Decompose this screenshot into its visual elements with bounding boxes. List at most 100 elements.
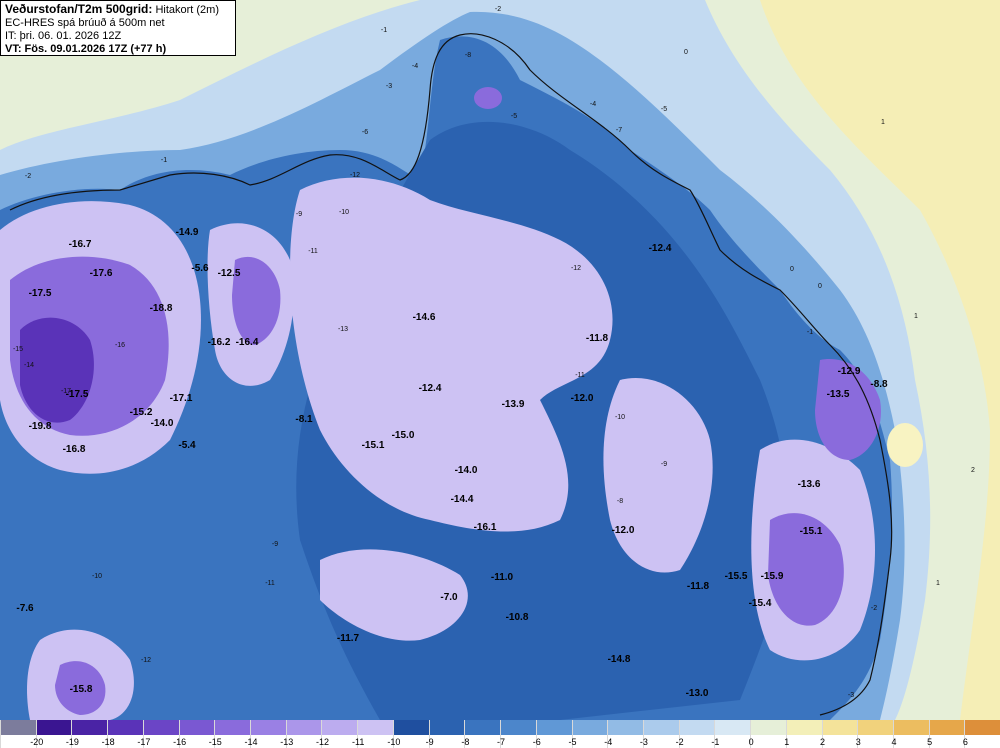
contour-label: -2 <box>495 6 501 13</box>
temperature-label: -12.9 <box>838 366 861 377</box>
contour-label: -10 <box>339 209 349 216</box>
contour-label: -17 <box>61 388 71 395</box>
temperature-label: -14.0 <box>151 418 174 429</box>
map-subtitle: Hitakort (2m) <box>155 4 219 16</box>
contour-label: -10 <box>615 414 625 421</box>
legend-swatch <box>1 720 36 735</box>
legend-swatch <box>501 720 536 735</box>
legend-swatch <box>465 720 501 735</box>
legend-label: 4 <box>891 737 897 747</box>
contour-label: -13 <box>338 326 348 333</box>
legend-swatch <box>251 720 286 735</box>
temperature-label: -5.6 <box>191 263 209 274</box>
temperature-label: -15.1 <box>362 440 385 451</box>
legend-swatch <box>358 720 393 735</box>
legend-swatch <box>608 720 643 735</box>
contour-label: -14 <box>24 362 34 369</box>
contour-label: -2 <box>871 605 877 612</box>
temperature-label: -11.8 <box>687 581 710 592</box>
temperature-label: -13.6 <box>798 479 821 490</box>
legend-label: 2 <box>820 737 826 747</box>
temperature-label: -14.8 <box>608 654 631 665</box>
temperature-label: -13.0 <box>686 688 709 699</box>
temperature-label: -15.1 <box>800 526 823 537</box>
issue-time: IT: þri. 06. 01. 2026 12Z <box>5 30 122 42</box>
temperature-label: -8.8 <box>870 379 888 390</box>
north-sea-blob <box>474 87 502 109</box>
valid-time: VT: Fös. 09.01.2026 17Z (+77 h) <box>5 43 167 55</box>
legend-label: -14 <box>244 737 258 747</box>
legend-label: -17 <box>137 737 151 747</box>
temperature-label: -12.4 <box>649 243 672 254</box>
color-legend: -20 -19 -18 -17 -16 -15 -14 -13 -12 -11 -10 -9 -8 -7-… <box>0 720 1000 748</box>
contour-label: -8 <box>465 52 471 59</box>
legend-label: -13 <box>280 737 294 747</box>
temperature-label: -7.0 <box>440 592 458 603</box>
legend-label: 5 <box>927 737 933 747</box>
legend-label: -4 <box>604 737 613 747</box>
temperature-label: -15.5 <box>725 571 748 582</box>
legend-swatch <box>893 720 929 735</box>
temperature-label: -12.0 <box>571 393 594 404</box>
legend-swatch <box>786 720 822 735</box>
legend-label: -15 <box>208 737 222 747</box>
legend-swatch <box>429 720 465 735</box>
contour-label: -10 <box>92 573 102 580</box>
legend-swatch <box>822 720 858 735</box>
temperature-label: -12.5 <box>218 268 241 279</box>
legend-label: 0 <box>748 737 754 747</box>
temperature-label: -14.0 <box>455 465 478 476</box>
legend-label: -8 <box>461 737 470 747</box>
contour-label: 1 <box>914 313 918 320</box>
temperature-label: -13.9 <box>502 399 525 410</box>
legend-label: -16 <box>173 737 187 747</box>
legend-label: 3 <box>855 737 861 747</box>
temperature-label: -11.0 <box>491 572 514 583</box>
legend-swatch <box>679 720 715 735</box>
legend-swatch <box>322 720 358 735</box>
legend-swatch <box>929 720 965 735</box>
contour-label: 0 <box>790 266 794 273</box>
temperature-label: -16.7 <box>69 239 92 250</box>
legend-swatch <box>108 720 143 735</box>
map-canvas[interactable]: -16.7-17.6-17.5-18.8-14.9-12.5-5.6-16.2-… <box>0 0 1000 720</box>
contour-label: -12 <box>571 265 581 272</box>
legend-swatch <box>72 720 108 735</box>
map-info-box: Veðurstofan/T2m 500grid: Hitakort (2m) E… <box>0 0 236 56</box>
legend-swatch <box>393 720 429 735</box>
temperature-label: -14.9 <box>176 227 199 238</box>
temperature-map[interactable]: -16.7 -17.6 -17.5 -18.8 -14.9 -12.5 -5.6 -16.2-… <box>0 0 1000 720</box>
legend-label: 1 <box>784 737 790 747</box>
temperature-label: -16.2 <box>208 337 231 348</box>
contour-label: -1 <box>381 27 387 34</box>
contour-label: -2 <box>25 173 31 180</box>
temperature-label: -17.1 <box>170 393 193 404</box>
legend-label: -1 <box>711 737 720 747</box>
temperature-label: -15.4 <box>749 598 772 609</box>
temperature-label: -7.6 <box>16 603 34 614</box>
legend-swatch <box>179 720 215 735</box>
temperature-label: -15.9 <box>761 571 784 582</box>
contour-label: -4 <box>590 101 596 108</box>
temperature-label: -5.4 <box>178 440 196 451</box>
legend-swatch <box>751 720 786 735</box>
legend-swatch <box>715 720 751 735</box>
contour-label: -8 <box>617 498 623 505</box>
temperature-label: -15.8 <box>70 684 93 695</box>
legend-label: -10 <box>387 737 401 747</box>
contour-label: -12 <box>350 172 360 179</box>
contour-label: -1 <box>161 157 167 164</box>
contour-label: -12 <box>141 657 151 664</box>
legend-label: -20 <box>30 737 44 747</box>
legend-swatch <box>536 720 572 735</box>
legend-label: -7 <box>497 737 506 747</box>
contour-label: -7 <box>616 127 622 134</box>
temperature-label: -13.5 <box>827 389 850 400</box>
legend-label: -11 <box>352 737 365 747</box>
temperature-label: -12.4 <box>419 383 442 394</box>
legend-label: -2 <box>675 737 684 747</box>
legend-swatch <box>643 720 679 735</box>
temperature-label: -15.2 <box>130 407 153 418</box>
contour-label: -9 <box>296 211 302 218</box>
legend-swatch <box>36 720 72 735</box>
